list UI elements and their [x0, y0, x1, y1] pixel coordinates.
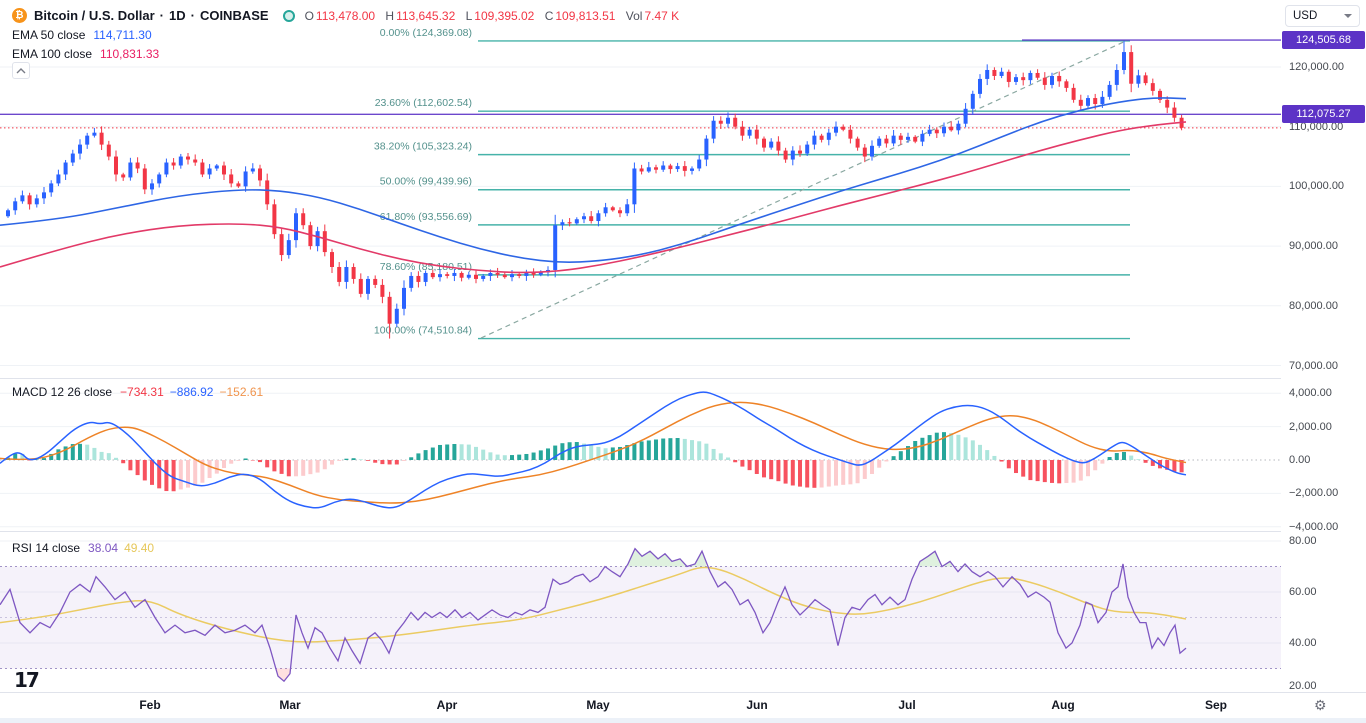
macd-axis-tick: −2,000.00 — [1289, 487, 1338, 499]
time-axis-month: Mar — [279, 698, 300, 712]
settings-icon[interactable]: ⚙ — [1314, 697, 1327, 714]
macd-signal-value: −152.61 — [219, 385, 263, 399]
rsi-label: RSI 14 close — [12, 541, 80, 555]
currency-label: USD — [1293, 10, 1317, 22]
fib-label: 23.60% (112,602.54) — [375, 97, 472, 109]
price-axis-tick: 70,000.00 — [1289, 360, 1338, 372]
rsi-ma-value: 49.40 — [124, 541, 154, 555]
ema50-value: 114,711.30 — [93, 26, 151, 44]
exchange-label: COINBASE — [200, 7, 269, 25]
macd-line-value: −886.92 — [170, 385, 214, 399]
symbol-legend-row: ₿ Bitcoin / U.S. Dollar · 1D · COINBASE … — [12, 6, 679, 25]
chart-legend: ₿ Bitcoin / U.S. Dollar · 1D · COINBASE … — [12, 6, 679, 63]
price-level-badge: 124,505.68 — [1282, 31, 1365, 49]
tradingview-logo[interactable]: 17 — [14, 668, 38, 692]
price-axis[interactable]: USD 120,000.00110,000.00100,000.0090,000… — [1281, 0, 1366, 692]
price-pane: 0.00% (124,369.08)23.60% (112,602.54)38.… — [0, 27, 1281, 366]
price-level-badge: 112,075.27 — [1282, 105, 1365, 123]
macd-pane — [0, 392, 1281, 527]
fib-label: 38.20% (105,323.24) — [374, 141, 472, 153]
ema100-value: 110,831.33 — [100, 45, 159, 63]
symbol-title: Bitcoin / U.S. Dollar — [34, 7, 155, 25]
macd-hist-value: −734.31 — [120, 385, 164, 399]
rsi-axis-tick: 80.00 — [1289, 535, 1317, 547]
price-axis-tick: 100,000.00 — [1289, 180, 1344, 192]
time-axis-month: Sep — [1205, 698, 1227, 712]
time-axis-month: Feb — [139, 698, 160, 712]
macd-axis-tick: 2,000.00 — [1289, 421, 1332, 433]
price-axis-tick: 90,000.00 — [1289, 240, 1338, 252]
chevron-up-icon — [16, 68, 26, 74]
fib-label: 100.00% (74,510.84) — [374, 325, 472, 337]
macd-axis-tick: 4,000.00 — [1289, 387, 1332, 399]
tradingview-chart-widget: 0.00% (124,369.08)23.60% (112,602.54)38.… — [0, 0, 1366, 723]
ema100-legend-row: EMA 100 close 110,831.33 — [12, 44, 679, 63]
chart-canvas[interactable]: 0.00% (124,369.08)23.60% (112,602.54)38.… — [0, 0, 1366, 723]
time-axis-month: May — [586, 698, 609, 712]
rsi-axis-tick: 60.00 — [1289, 586, 1317, 598]
chevron-down-icon — [1344, 14, 1352, 18]
rsi-legend-row: RSI 14 close 38.04 49.40 — [12, 538, 160, 557]
fib-label: 50.00% (99,439.96) — [380, 176, 472, 188]
market-status-icon — [283, 10, 295, 22]
bottom-strip — [0, 718, 1366, 723]
macd-legend-row: MACD 12 26 close −734.31 −886.92 −152.61 — [12, 382, 269, 401]
macd-axis-tick: −4,000.00 — [1289, 521, 1338, 533]
time-axis-month: Aug — [1051, 698, 1074, 712]
rsi-pane — [0, 541, 1281, 694]
currency-dropdown[interactable]: USD — [1285, 5, 1360, 27]
time-axis-month: Jul — [898, 698, 915, 712]
time-axis-month: Apr — [437, 698, 458, 712]
ema50-label: EMA 50 close — [12, 26, 85, 44]
ema100-label: EMA 100 close — [12, 45, 92, 63]
collapse-legend-button[interactable] — [12, 62, 30, 79]
ema50-legend-row: EMA 50 close 114,711.30 — [12, 25, 679, 44]
price-axis-tick: 120,000.00 — [1289, 61, 1344, 73]
macd-label: MACD 12 26 close — [12, 385, 112, 399]
btc-icon: ₿ — [12, 8, 27, 23]
rsi-axis-tick: 20.00 — [1289, 680, 1317, 692]
macd-axis-tick: 0.00 — [1289, 454, 1310, 466]
rsi-value: 38.04 — [88, 541, 118, 555]
interval-label: 1D — [169, 7, 186, 25]
time-axis-month: Jun — [746, 698, 767, 712]
ohlc-values: O113,478.00 H113,645.32 L109,395.02 C109… — [305, 7, 680, 25]
price-axis-tick: 80,000.00 — [1289, 300, 1338, 312]
time-axis[interactable]: Feb Mar Apr May Jun Jul Aug Sep — [0, 692, 1366, 719]
rsi-axis-tick: 40.00 — [1289, 637, 1317, 649]
